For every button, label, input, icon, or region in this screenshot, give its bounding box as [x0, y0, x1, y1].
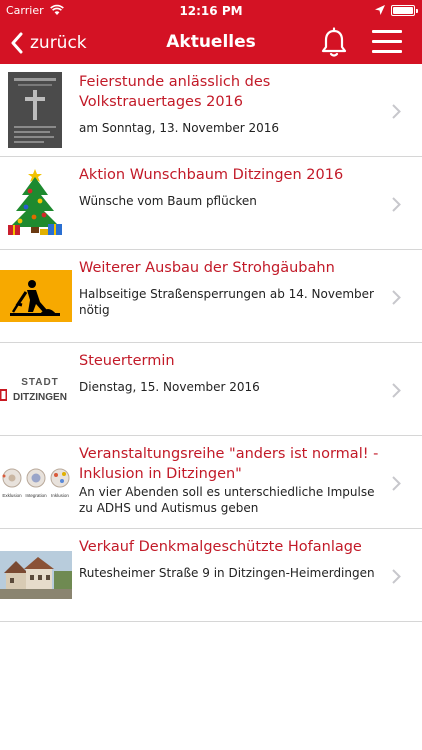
logo-text-ditzingen: DITZINGEN: [13, 392, 67, 403]
thumb-label-inklusion: Inklusion: [51, 493, 69, 498]
item-title: Verkauf Denkmalgeschützte Hofanlage: [79, 539, 362, 555]
status-time: 12:16 PM: [179, 4, 243, 18]
stadt-ditzingen-logo: STADT DITZINGEN: [0, 369, 74, 409]
thumb-label-integration: Integration: [25, 493, 47, 498]
chevron-right-icon: [392, 383, 401, 398]
news-list: Feierstunde anlässlich des Volkstrauerta…: [0, 64, 422, 622]
road-works-sign-thumbnail: [0, 270, 72, 322]
header-bar: Carrier 12:16 PM zurück Aktuelles: [0, 0, 422, 64]
hamburger-menu-icon[interactable]: [372, 30, 402, 56]
bell-icon[interactable]: [318, 27, 350, 59]
list-item[interactable]: Feierstunde anlässlich des Volkstrauerta…: [0, 64, 422, 157]
item-subtitle: Wünsche vom Baum pflücken: [79, 194, 257, 208]
location-arrow-icon: [375, 5, 385, 15]
chevron-right-icon: [392, 569, 401, 584]
item-title: Weiterer Ausbau der Strohgäubahn: [79, 260, 335, 276]
event-poster-thumbnail: [8, 72, 62, 148]
item-subtitle: Rutesheimer Straße 9 in Ditzingen-Heimer…: [79, 566, 375, 580]
chevron-right-icon: [392, 476, 401, 491]
list-item[interactable]: Aktion Wunschbaum Ditzingen 2016 Wünsche…: [0, 157, 422, 250]
thumb-label-exklusion: Exklusion: [2, 493, 22, 498]
list-item[interactable]: STADT DITZINGEN Steuertermin Dienstag, 1…: [0, 343, 422, 436]
item-title: Feierstunde anlässlich des Volkstrauerta…: [79, 74, 271, 110]
list-item[interactable]: Weiterer Ausbau der Strohgäubahn Halbsei…: [0, 250, 422, 343]
farmhouse-photo-thumbnail: [0, 551, 72, 599]
item-subtitle: Halbseitige Straßensperrungen ab 14. Nov…: [79, 287, 374, 317]
item-title: Veranstaltungsreihe "anders ist normal! …: [79, 446, 379, 482]
item-subtitle: An vier Abenden soll es unterschiedliche…: [79, 485, 375, 515]
list-item[interactable]: Verkauf Denkmalgeschützte Hofanlage Rute…: [0, 529, 422, 622]
battery-icon: [391, 5, 418, 16]
item-subtitle: am Sonntag, 13. November 2016: [79, 121, 280, 135]
chevron-right-icon: [392, 104, 401, 119]
item-title: Aktion Wunschbaum Ditzingen 2016: [79, 167, 344, 183]
list-item[interactable]: Exklusion Integration Inklusion Veransta…: [0, 436, 422, 529]
christmas-tree-thumbnail: [4, 167, 66, 237]
chevron-right-icon: [392, 197, 401, 212]
page-title: Aktuelles: [166, 32, 256, 52]
item-subtitle: Dienstag, 15. November 2016: [79, 380, 260, 394]
inclusion-diagram-thumbnail: Exklusion Integration Inklusion: [0, 464, 72, 504]
navigation-bar: zurück Aktuelles: [0, 22, 422, 64]
logo-text-stadt: STADT: [21, 377, 59, 388]
chevron-right-icon: [392, 290, 401, 305]
item-title: Steuertermin: [79, 353, 175, 369]
status-bar: Carrier 12:16 PM: [0, 0, 422, 22]
